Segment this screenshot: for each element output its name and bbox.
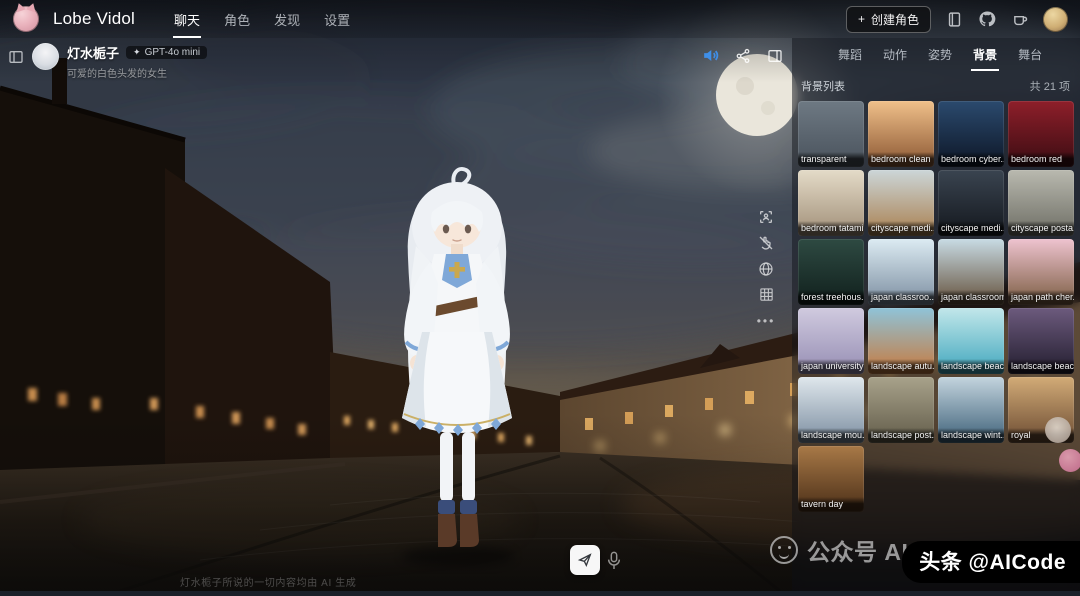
background-item[interactable]: cityscape medi...: [938, 170, 1004, 236]
panel-tabs: 舞蹈动作姿势背景舞台: [792, 38, 1080, 71]
background-item-label: landscape beac...: [1008, 359, 1074, 374]
background-item-label: transparent: [798, 152, 864, 167]
list-header: 背景列表 共 21 项: [792, 71, 1080, 100]
background-item-label: bedroom clean: [868, 152, 934, 167]
globe-icon[interactable]: [758, 260, 775, 277]
background-item[interactable]: transparent: [798, 101, 864, 167]
character-description: 可爱的白色头发的女生: [67, 65, 207, 80]
plus-icon: +: [858, 12, 865, 26]
create-character-label: 创建角色: [871, 11, 919, 28]
watermark-corner: 头条 @AICode: [902, 541, 1080, 583]
background-panel: 舞蹈动作姿势背景舞台 背景列表 共 21 项 transparent bedroo…: [792, 38, 1080, 591]
character-avatar[interactable]: [32, 43, 59, 70]
background-item[interactable]: landscape mou...: [798, 377, 864, 443]
nav-item[interactable]: 发现: [269, 0, 305, 38]
panel-tab[interactable]: 舞蹈: [836, 38, 864, 71]
panel-tab[interactable]: 姿势: [926, 38, 954, 71]
background-item-label: bedroom tatami: [798, 221, 864, 236]
touch-off-icon[interactable]: [758, 234, 775, 251]
background-item[interactable]: tavern day: [798, 446, 864, 512]
background-item[interactable]: bedroom clean: [868, 101, 934, 167]
background-item[interactable]: cityscape medi...: [868, 170, 934, 236]
background-item-label: cityscape medi...: [938, 221, 1004, 236]
character-name: 灯水栀子: [67, 43, 119, 62]
background-item-label: japan classroom: [938, 290, 1004, 305]
background-item-label: japan university: [798, 359, 864, 374]
list-count: 共 21 项: [1030, 78, 1070, 94]
panel-tab[interactable]: 背景: [971, 38, 999, 71]
share-icon[interactable]: [733, 46, 752, 65]
panel-tab[interactable]: 动作: [881, 38, 909, 71]
background-item[interactable]: bedroom red: [1008, 101, 1074, 167]
header-right: + 创建角色: [846, 6, 1080, 33]
background-item[interactable]: bedroom tatami: [798, 170, 864, 236]
background-item-label: landscape post...: [868, 428, 934, 443]
background-item[interactable]: landscape post...: [868, 377, 934, 443]
background-item-label: bedroom red: [1008, 152, 1074, 167]
ai-disclaimer: 灯水栀子所说的一切内容均由 AI 生成: [180, 574, 356, 589]
docs-icon[interactable]: [944, 9, 964, 29]
background-item-label: japan classroo...: [868, 290, 934, 305]
more-icon[interactable]: •••: [758, 312, 775, 329]
vtuber-character[interactable]: [340, 166, 570, 568]
background-item-label: japan path cher...: [1008, 290, 1074, 305]
model-badge-label: GPT-4o mini: [145, 47, 201, 58]
background-item-label: cityscape posta...: [1008, 221, 1074, 236]
background-item-label: landscape beac...: [938, 359, 1004, 374]
app-logo-icon[interactable]: [13, 6, 39, 32]
speaker-on-icon[interactable]: [701, 46, 720, 65]
background-item-label: landscape autu...: [868, 359, 934, 374]
main-nav: 聊天角色发现设置: [169, 0, 355, 38]
viewer-controls: [701, 46, 784, 65]
background-item-label: landscape mou...: [798, 428, 864, 443]
background-item[interactable]: japan classroo...: [868, 239, 934, 305]
app-header: Lobe Vidol 聊天角色发现设置 + 创建角色: [0, 0, 1080, 38]
watermark-sticker-pink: [1059, 449, 1080, 472]
nav-item[interactable]: 设置: [319, 0, 355, 38]
anime-girl-model: [340, 166, 570, 568]
background-grid: transparent bedroom clean bedroom cyber...…: [792, 100, 1080, 513]
background-item[interactable]: japan classroom: [938, 239, 1004, 305]
watermark-sticker-face: [1045, 417, 1071, 443]
coffee-icon[interactable]: [1010, 9, 1030, 29]
sidebar-toggle-icon[interactable]: [8, 49, 24, 70]
background-item-label: tavern day: [798, 497, 864, 512]
send-button[interactable]: [570, 545, 600, 575]
background-item[interactable]: cityscape posta...: [1008, 170, 1074, 236]
model-badge[interactable]: ✦ GPT-4o mini: [126, 46, 207, 59]
character-info: 灯水栀子 ✦ GPT-4o mini 可爱的白色头发的女生: [8, 43, 207, 80]
background-item[interactable]: landscape autu...: [868, 308, 934, 374]
create-character-button[interactable]: + 创建角色: [846, 6, 931, 33]
panel-tab[interactable]: 舞台: [1016, 38, 1044, 71]
camera-focus-icon[interactable]: [758, 208, 775, 225]
app-title: Lobe Vidol: [53, 9, 135, 29]
background-item-label: forest treehous...: [798, 290, 864, 305]
character-meta: 灯水栀子 ✦ GPT-4o mini 可爱的白色头发的女生: [67, 43, 207, 80]
background-item-label: bedroom cyber...: [938, 152, 1004, 167]
mic-icon[interactable]: [606, 550, 624, 572]
background-item-label: landscape wint...: [938, 428, 1004, 443]
viewer-side-toolbar: •••: [753, 208, 779, 329]
background-item[interactable]: japan path cher...: [1008, 239, 1074, 305]
background-item[interactable]: landscape beac...: [1008, 308, 1074, 374]
panel-right-icon[interactable]: [765, 46, 784, 65]
background-item[interactable]: forest treehous...: [798, 239, 864, 305]
nav-item[interactable]: 聊天: [169, 0, 205, 38]
background-item[interactable]: landscape wint...: [938, 377, 1004, 443]
background-item[interactable]: bedroom cyber...: [938, 101, 1004, 167]
nav-item[interactable]: 角色: [219, 0, 255, 38]
background-item-label: cityscape medi...: [868, 221, 934, 236]
github-icon[interactable]: [977, 9, 997, 29]
list-title: 背景列表: [801, 78, 845, 94]
model-icon: ✦: [133, 47, 141, 58]
background-item[interactable]: landscape beac...: [938, 308, 1004, 374]
background-item[interactable]: japan university: [798, 308, 864, 374]
grid-icon[interactable]: [758, 286, 775, 303]
watermark-emoji-icon: [770, 536, 798, 564]
user-avatar[interactable]: [1043, 7, 1068, 32]
